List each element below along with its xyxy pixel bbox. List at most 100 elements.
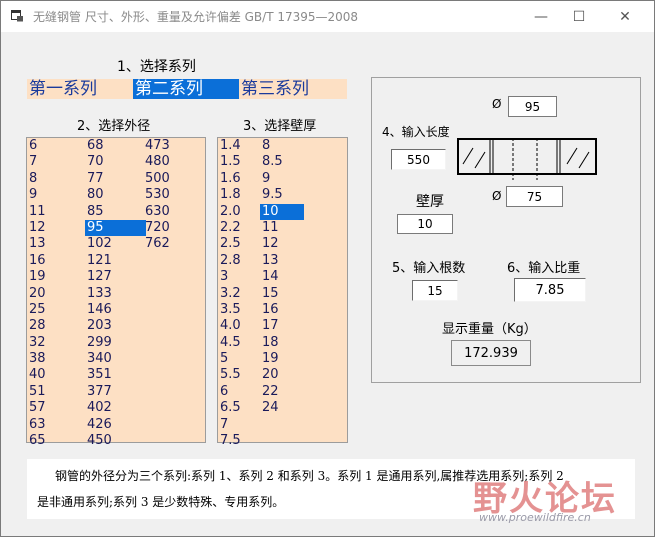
list-item[interactable]: 133: [85, 286, 146, 302]
count-input[interactable]: 15: [412, 280, 458, 301]
list-item[interactable]: 473: [143, 138, 205, 154]
list-item[interactable]: 77: [85, 171, 146, 187]
list-item[interactable]: 65: [27, 433, 86, 449]
list-item[interactable]: 18: [260, 335, 304, 351]
list-item[interactable]: 19: [260, 351, 304, 367]
list-item[interactable]: 426: [85, 417, 146, 433]
list-item[interactable]: 127: [85, 269, 146, 285]
list-item[interactable]: 3.5: [218, 302, 262, 318]
list-item[interactable]: 4.0: [218, 318, 262, 334]
list-item[interactable]: 402: [85, 400, 146, 416]
list-item[interactable]: 351: [85, 367, 146, 383]
list-item[interactable]: 9.5: [260, 187, 304, 203]
series-option-3[interactable]: 第三系列: [239, 79, 345, 99]
list-item[interactable]: 1.6: [218, 171, 262, 187]
outer-diameter-list[interactable]: 6 7 8 9 11 12 13 16 19 20 25 28 32 38 40 51 57 63 65 68 70 7…: [26, 137, 206, 448]
series-option-2[interactable]: 第二系列: [133, 79, 239, 99]
list-item[interactable]: 40: [27, 367, 86, 383]
list-item[interactable]: 11: [27, 204, 86, 220]
list-item[interactable]: 25: [27, 302, 86, 318]
list-item[interactable]: 38: [27, 351, 86, 367]
list-item[interactable]: 17: [260, 318, 304, 334]
list-item[interactable]: 3.2: [218, 286, 262, 302]
list-item[interactable]: 22: [260, 384, 304, 400]
length-input[interactable]: 550: [391, 149, 446, 170]
list-item[interactable]: 16: [27, 253, 86, 269]
outer-diameter-column-1: 6 7 8 9 11 12 13 16 19 20 25 28 32 38 40 51 57 63 65: [27, 138, 86, 449]
outer-diameter-field: 95: [508, 96, 557, 117]
list-item[interactable]: 51: [27, 384, 86, 400]
list-item[interactable]: 203: [85, 318, 146, 334]
outer-diameter-symbol: Ø: [492, 97, 502, 111]
list-item[interactable]: 6.5: [218, 400, 262, 416]
close-button[interactable]: ✕: [602, 1, 648, 32]
list-item[interactable]: 8.5: [260, 154, 304, 170]
list-item[interactable]: 7: [27, 154, 86, 170]
list-item[interactable]: 299: [85, 335, 146, 351]
series-option-1[interactable]: 第一系列: [27, 79, 133, 99]
list-item[interactable]: 2.2: [218, 220, 262, 236]
weight-result: 172.939: [451, 340, 531, 366]
list-item[interactable]: 20: [260, 367, 304, 383]
watermark-url: www.proewildfire.cn: [479, 511, 591, 524]
list-item[interactable]: 1.8: [218, 187, 262, 203]
list-item[interactable]: 13: [27, 236, 86, 252]
list-item[interactable]: 102: [85, 236, 146, 252]
list-item[interactable]: 1.5: [218, 154, 262, 170]
list-item[interactable]: 530: [143, 187, 205, 203]
list-item[interactable]: 8: [260, 138, 304, 154]
list-item[interactable]: 16: [260, 302, 304, 318]
list-item[interactable]: 6: [218, 384, 262, 400]
list-item[interactable]: 63: [27, 417, 86, 433]
list-item[interactable]: 762: [143, 236, 205, 252]
list-item[interactable]: 7: [218, 417, 262, 433]
list-item[interactable]: 68: [85, 138, 146, 154]
list-item[interactable]: 11: [260, 220, 304, 236]
list-item[interactable]: 6: [27, 138, 86, 154]
list-item[interactable]: 9: [27, 187, 86, 203]
list-item[interactable]: 8: [27, 171, 86, 187]
list-item[interactable]: 28: [27, 318, 86, 334]
list-item[interactable]: 480: [143, 154, 205, 170]
list-item[interactable]: 12: [260, 236, 304, 252]
list-item[interactable]: 2.5: [218, 236, 262, 252]
list-item[interactable]: 80: [85, 187, 146, 203]
list-item[interactable]: 1.4: [218, 138, 262, 154]
list-item[interactable]: 95: [85, 219, 146, 237]
title-bar[interactable]: 无缝钢管 尺寸、外形、重量及允许偏差 GB/T 17395—2008 — ☐ ✕: [1, 1, 654, 32]
list-item[interactable]: 85: [85, 204, 146, 220]
list-item[interactable]: 24: [260, 400, 304, 416]
list-item[interactable]: 20: [27, 286, 86, 302]
list-item[interactable]: 13: [260, 253, 304, 269]
wall-thickness-list[interactable]: 1.4 1.5 1.6 1.8 2.0 2.2 2.5 2.8 3 3.2 3.5 4.0 4.5 5 5.…: [217, 137, 348, 448]
list-item[interactable]: 4.5: [218, 335, 262, 351]
list-item[interactable]: 12: [27, 220, 86, 236]
wall-thickness-heading: 3、选择壁厚: [243, 119, 317, 134]
list-item[interactable]: 15: [260, 286, 304, 302]
list-item[interactable]: 5: [218, 351, 262, 367]
list-item[interactable]: 2.8: [218, 253, 262, 269]
list-item[interactable]: 70: [85, 154, 146, 170]
list-item[interactable]: 14: [260, 269, 304, 285]
list-item[interactable]: 2.0: [218, 204, 262, 220]
list-item[interactable]: 10: [260, 203, 304, 220]
list-item[interactable]: 7.5: [218, 433, 262, 449]
list-item[interactable]: 3: [218, 269, 262, 285]
list-item[interactable]: 450: [85, 433, 146, 449]
list-item[interactable]: 630: [143, 204, 205, 220]
list-item[interactable]: 720: [143, 220, 205, 236]
list-item[interactable]: 500: [143, 171, 205, 187]
list-item[interactable]: 32: [27, 335, 86, 351]
list-item[interactable]: 146: [85, 302, 146, 318]
list-item[interactable]: 9: [260, 171, 304, 187]
density-input[interactable]: 7.85: [514, 278, 586, 302]
list-item[interactable]: 57: [27, 400, 86, 416]
list-item[interactable]: 19: [27, 269, 86, 285]
series-selector[interactable]: 第一系列 第二系列 第三系列: [27, 79, 347, 99]
list-item[interactable]: 121: [85, 253, 146, 269]
list-item[interactable]: 340: [85, 351, 146, 367]
wall-thickness-column-2: 8 8.5 9 9.5 10 11 12 13 14 15 16 17 18 19 20 22 24: [260, 138, 304, 417]
list-item[interactable]: 377: [85, 384, 146, 400]
maximize-button[interactable]: ☐: [556, 1, 602, 32]
list-item[interactable]: 5.5: [218, 367, 262, 383]
